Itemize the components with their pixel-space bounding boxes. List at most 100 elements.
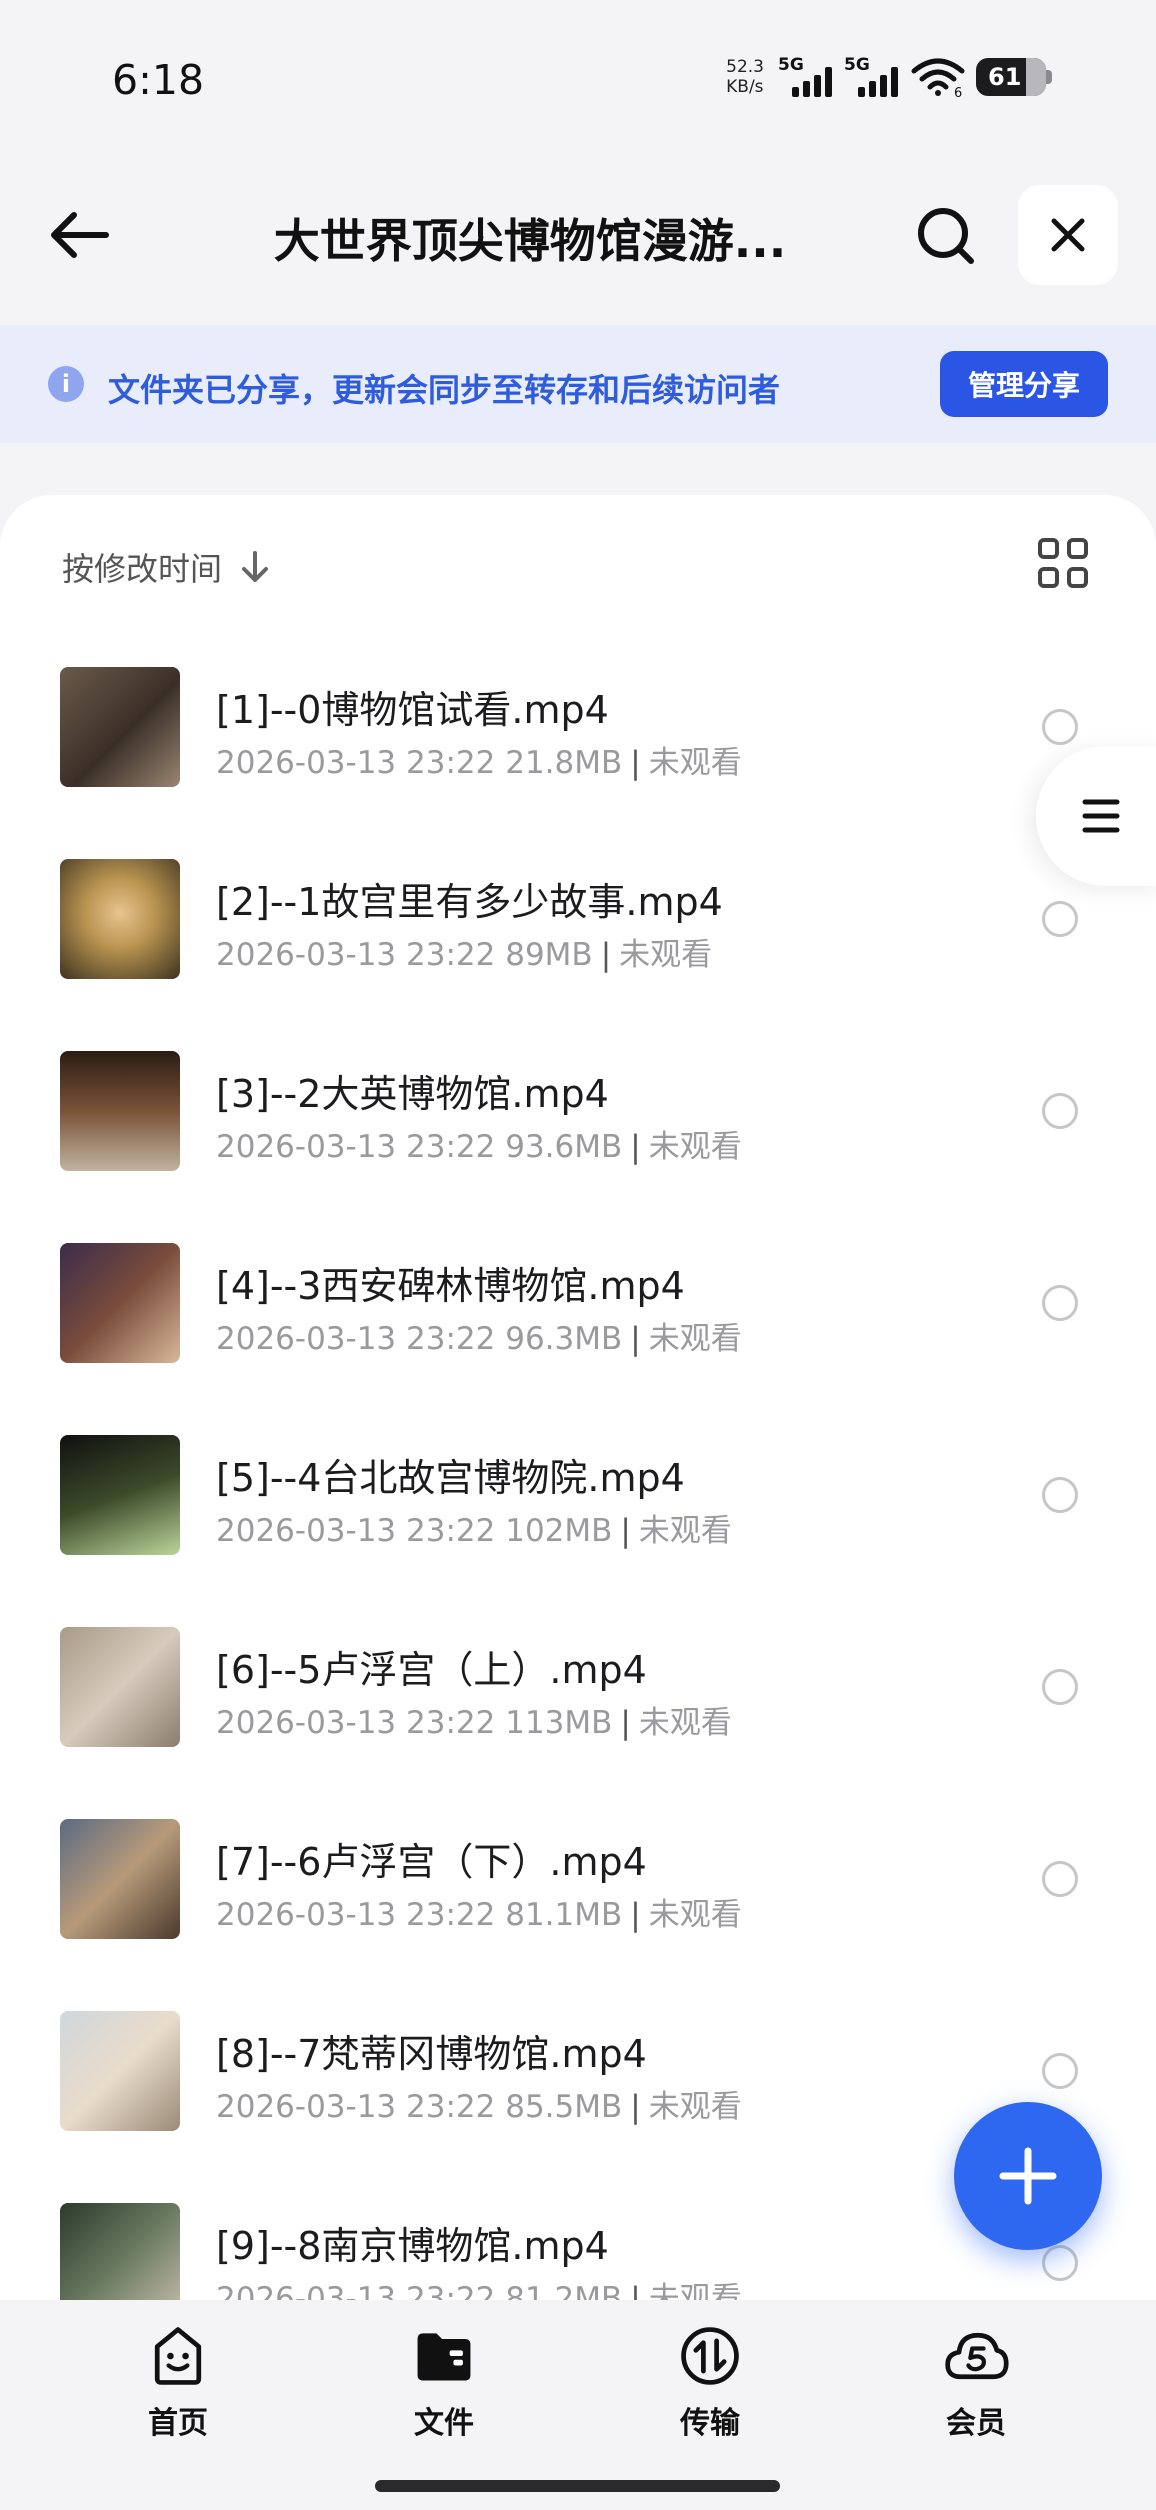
search-icon [918,208,974,264]
nav-transfer-label: 传输 [680,2406,740,2441]
sort-selector[interactable]: 按修改时间 [62,543,270,591]
video-thumbnail [60,2011,180,2131]
nav-transfer[interactable]: 传输 [640,2322,780,2442]
file-date: 2026-03-13 23:22 [216,1897,496,1933]
file-name: [4]--3西安碑林博物馆.mp4 [216,1264,685,1308]
plus-icon [999,2147,1057,2205]
watch-status: 未观看 [648,745,742,781]
video-thumbnail [60,2203,180,2300]
file-row[interactable]: [2]--1故宫里有多少故事.mp4 2026-03-13 23:22 89MB |… [0,849,1156,1041]
file-row[interactable]: [3]--2大英博物馆.mp4 2026-03-13 23:22 93.6MB | 未… [0,1041,1156,1233]
manage-share-button[interactable]: 管理分享 [940,351,1108,417]
file-meta: 2026-03-13 23:22 81.1MB | 未观看 [216,1889,742,1934]
network-speed-unit: KB/s [726,77,764,97]
add-fab-button[interactable] [954,2102,1102,2250]
watch-status: 未观看 [648,2281,742,2300]
arrow-down-icon [242,551,269,582]
video-thumbnail [60,667,180,787]
video-thumbnail [60,859,180,979]
meta-separator: | [630,1321,641,1357]
meta-separator: | [630,745,641,781]
select-checkbox[interactable] [1042,1285,1078,1321]
page-title: 大世界顶尖博物馆漫游... [273,214,787,268]
select-checkbox[interactable] [1042,901,1078,937]
select-checkbox[interactable] [1042,2245,1078,2281]
file-size: 93.6MB [505,1129,623,1165]
status-bar: 6:18 52.3 KB/s 5G 5G 6 61 [0,0,1156,150]
file-size: 113MB [505,1705,613,1741]
file-meta: 2026-03-13 23:22 81.2MB | 未观看 [216,2273,742,2300]
file-name: [2]--1故宫里有多少故事.mp4 [216,880,723,924]
file-row[interactable]: [4]--3西安碑林博物馆.mp4 2026-03-13 23:22 96.3MB… [0,1233,1156,1425]
file-list-card: 按修改时间 [1]--0博物馆试看.mp4 2026-03-13 23:22 21… [0,495,1156,2300]
file-meta: 2026-03-13 23:22 113MB | 未观看 [216,1697,732,1742]
file-row[interactable]: [6]--5卢浮宫（上）.mp4 2026-03-13 23:22 113MB | 未… [0,1617,1156,1809]
file-name: [7]--6卢浮宫（下）.mp4 [216,1840,647,1884]
meta-separator: | [600,937,612,973]
file-row[interactable]: [5]--4台北故宫博物院.mp4 2026-03-13 23:22 102MB |… [0,1425,1156,1617]
file-date: 2026-03-13 23:22 [216,2281,496,2300]
close-button[interactable] [1018,185,1118,285]
meta-separator: | [620,1513,631,1549]
file-size: 81.1MB [505,1897,623,1933]
watch-status: 未观看 [648,1321,742,1357]
file-row[interactable]: [7]--6卢浮宫（下）.mp4 2026-03-13 23:22 81.1MB |… [0,1809,1156,2001]
file-name: [1]--0博物馆试看.mp4 [216,688,609,732]
status-icons: 52.3 KB/s 5G 5G 6 61 [726,52,1052,102]
watch-status: 未观看 [638,1513,732,1549]
meta-separator: | [620,1705,631,1741]
network-speed: 52.3 KB/s [726,57,764,97]
arrow-left-icon [51,212,109,258]
home-face-icon [154,2327,202,2385]
folder-icon [417,2333,471,2381]
watch-status: 未观看 [648,2089,742,2125]
share-notice-text: 文件夹已分享，更新会同步至转存和后续访问者 [108,371,781,409]
bottom-nav: 首页 文件 传输 会员 [0,2300,1156,2510]
select-checkbox[interactable] [1042,1669,1078,1705]
file-size: 89MB [505,937,593,973]
network-speed-value: 52.3 [726,57,764,77]
file-meta: 2026-03-13 23:22 89MB | 未观看 [216,929,712,974]
file-size: 85.5MB [505,2089,623,2125]
home-indicator [375,2480,780,2492]
select-checkbox[interactable] [1042,1093,1078,1129]
close-icon [1051,218,1085,252]
nav-vip[interactable]: 会员 [906,2322,1046,2442]
file-date: 2026-03-13 23:22 [216,745,496,781]
file-name: [3]--2大英博物馆.mp4 [216,1072,609,1116]
select-checkbox[interactable] [1042,1477,1078,1513]
nav-files[interactable]: 文件 [374,2322,514,2442]
wifi-icon: 6 [910,57,966,101]
search-button[interactable] [910,200,982,272]
file-row[interactable]: [1]--0博物馆试看.mp4 2026-03-13 23:22 21.8MB | 未… [0,657,1156,849]
nav-files-label: 文件 [414,2406,474,2441]
nav-home[interactable]: 首页 [108,2322,248,2442]
file-name: [6]--5卢浮宫（上）.mp4 [216,1648,647,1692]
video-thumbnail [60,1627,180,1747]
app-screen: 6:18 52.3 KB/s 5G 5G 6 61 大世界顶尖博物馆漫游... … [0,0,1156,2510]
back-button[interactable] [40,200,120,270]
top-bar: 大世界顶尖博物馆漫游... [0,170,1156,300]
file-meta: 2026-03-13 23:22 102MB | 未观看 [216,1505,732,1550]
file-meta: 2026-03-13 23:22 85.5MB | 未观看 [216,2081,742,2126]
select-checkbox[interactable] [1042,2053,1078,2089]
file-date: 2026-03-13 23:22 [216,937,496,973]
grid-view-button[interactable] [1038,538,1092,592]
file-size: 81.2MB [505,2281,623,2300]
nav-vip-label: 会员 [946,2406,1006,2441]
file-meta: 2026-03-13 23:22 93.6MB | 未观看 [216,1121,742,1166]
select-checkbox[interactable] [1042,1861,1078,1897]
file-size: 21.8MB [505,745,623,781]
video-thumbnail [60,1243,180,1363]
battery-icon: 61 [976,58,1052,96]
vip-cloud-icon [945,2332,1009,2380]
wifi-label: 6 [954,86,962,97]
file-size: 102MB [505,1513,613,1549]
select-checkbox[interactable] [1042,709,1078,745]
file-list: [1]--0博物馆试看.mp4 2026-03-13 23:22 21.8MB | 未… [0,657,1156,2300]
signal-icon-2: 5G [844,55,900,99]
nav-home-label: 首页 [148,2406,208,2441]
menu-icon [1082,799,1120,833]
file-date: 2026-03-13 23:22 [216,1321,496,1357]
file-date: 2026-03-13 23:22 [216,1513,496,1549]
